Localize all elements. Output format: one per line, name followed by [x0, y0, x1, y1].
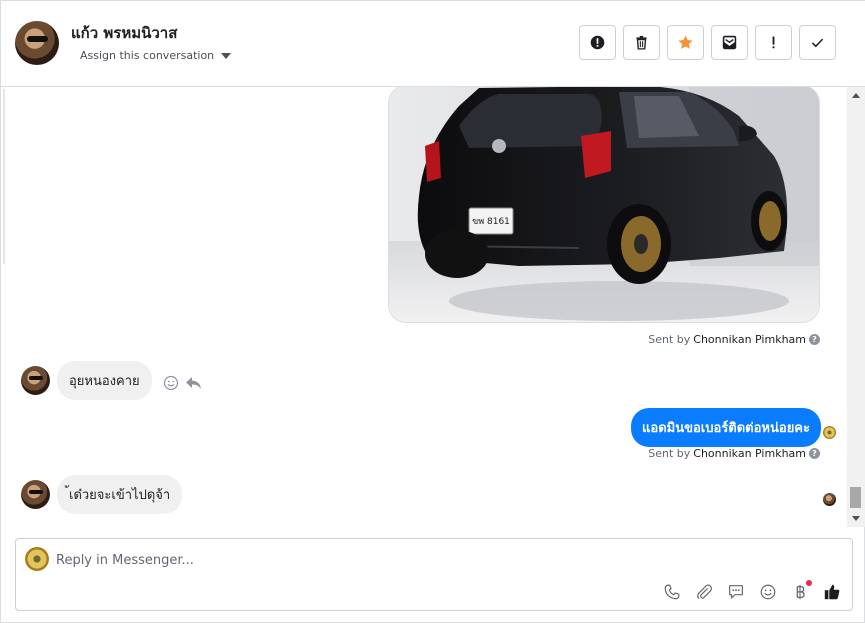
caret-down-icon — [221, 52, 232, 59]
star-button[interactable] — [667, 25, 704, 60]
contact-message-avatar[interactable] — [21, 480, 50, 509]
follow-up-button[interactable] — [755, 25, 792, 60]
sent-by-agent-name[interactable]: Chonnikan Pimkham — [693, 333, 806, 346]
delete-button[interactable] — [623, 25, 660, 60]
page-seen-avatar — [823, 426, 836, 439]
chat-bubble-icon — [729, 585, 743, 600]
reply-composer — [15, 538, 853, 611]
payment-button[interactable] — [790, 580, 812, 602]
saved-replies-button[interactable] — [726, 582, 746, 602]
help-icon[interactable]: ? — [809, 334, 820, 345]
baht-icon — [796, 584, 805, 600]
envelope-icon — [722, 35, 737, 50]
contact-message-avatar[interactable] — [21, 366, 50, 395]
contact-name[interactable]: แก้ว พรหมนิวาส — [71, 21, 177, 45]
message-thread: ขพ 8161 Sent by Chonnikan Pimkham ? อุยห… — [5, 87, 847, 527]
car-photo-message[interactable]: ขพ 8161 — [388, 87, 820, 323]
car-photo-image: ขพ 8161 — [389, 87, 819, 322]
reply-input[interactable] — [56, 548, 816, 572]
sent-by-prefix: Sent by — [648, 333, 691, 346]
notification-dot — [806, 580, 812, 586]
exclamation-icon — [772, 36, 775, 49]
trash-icon — [636, 35, 647, 50]
scroll-down-arrow-icon[interactable] — [852, 516, 860, 521]
reply-arrow-icon[interactable] — [185, 375, 202, 391]
incoming-message[interactable]: อุยหนองคาย — [57, 361, 152, 400]
call-button[interactable] — [662, 582, 682, 602]
header-actions — [579, 25, 836, 60]
sent-by-label: Sent by Chonnikan Pimkham ? — [648, 333, 820, 346]
thumbs-up-icon — [824, 584, 840, 600]
check-icon — [811, 38, 824, 48]
contact-avatar[interactable] — [15, 21, 59, 65]
sent-by-agent-name[interactable]: Chonnikan Pimkham — [693, 447, 806, 460]
read-receipt-avatar — [823, 493, 836, 506]
react-emoji-icon[interactable] — [163, 375, 179, 391]
mark-done-button[interactable] — [799, 25, 836, 60]
conversation-panel: แก้ว พรหมนิวาส Assign this conversation — [0, 0, 865, 623]
emoji-button[interactable] — [758, 582, 778, 602]
help-icon[interactable]: ? — [809, 448, 820, 459]
mark-unread-button[interactable] — [711, 25, 748, 60]
outgoing-message[interactable]: แอดมินขอเบอร์ติดต่อหน่อยคะ — [631, 408, 821, 447]
conversation-header: แก้ว พรหมนิวาส Assign this conversation — [1, 1, 865, 87]
page-avatar — [25, 547, 49, 571]
emoji-icon — [760, 584, 776, 600]
scroll-up-arrow-icon[interactable] — [852, 93, 860, 98]
scroll-thumb[interactable] — [850, 487, 861, 508]
thread-scrollbar[interactable] — [847, 87, 865, 527]
alert-circle-icon — [590, 35, 605, 50]
composer-toolbar — [662, 580, 842, 602]
paperclip-icon — [697, 584, 713, 600]
incoming-message[interactable]: ้เด๋วยจะเข้าไปดุจ้า — [57, 475, 183, 514]
sent-by-prefix: Sent by — [648, 447, 691, 460]
like-button[interactable] — [822, 582, 842, 602]
assign-label: Assign this conversation — [80, 49, 215, 62]
assign-conversation-dropdown[interactable]: Assign this conversation — [80, 49, 232, 62]
attach-button[interactable] — [694, 582, 714, 602]
sent-by-label: Sent by Chonnikan Pimkham ? — [648, 447, 820, 460]
phone-icon — [664, 584, 680, 600]
star-icon — [678, 35, 693, 49]
mark-spam-button[interactable] — [579, 25, 616, 60]
license-plate-text: ขพ 8161 — [472, 217, 510, 227]
